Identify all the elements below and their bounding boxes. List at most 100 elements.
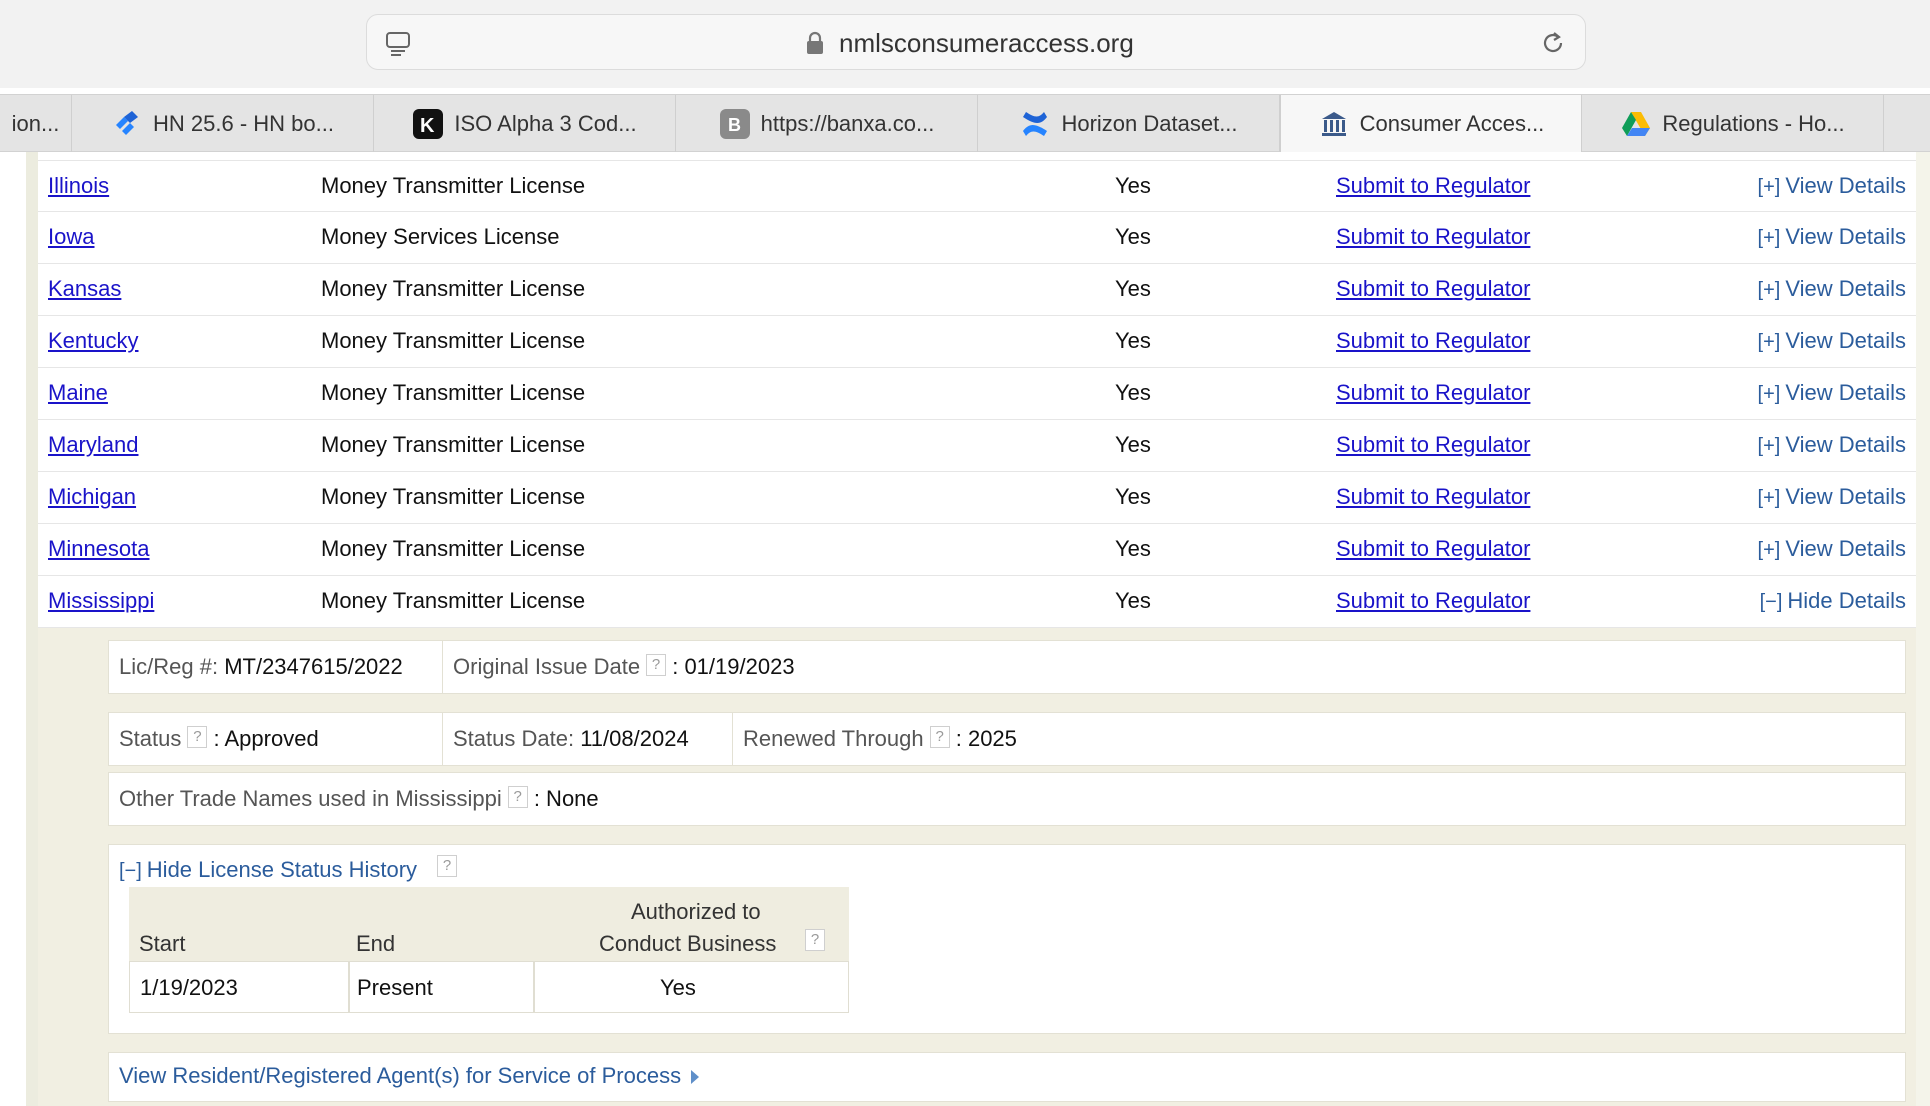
toggle-details-link[interactable]: [+] View Details: [1758, 276, 1906, 302]
submit-to-regulator-link[interactable]: Submit to Regulator: [1336, 173, 1530, 199]
tab-iso-alpha[interactable]: K ISO Alpha 3 Cod...: [374, 95, 676, 152]
confluence-icon: [1019, 108, 1051, 140]
state-link[interactable]: Kentucky: [48, 328, 139, 354]
toggle-icon: [+]: [1757, 331, 1781, 353]
history-table-row: 1/19/2023 Present Yes: [129, 961, 849, 1013]
history-start: 1/19/2023: [140, 975, 238, 1000]
submit-to-regulator-link[interactable]: Submit to Regulator: [1336, 276, 1530, 302]
toggle-details-label: View Details: [1785, 536, 1906, 561]
toggle-icon: [+]: [1757, 279, 1781, 301]
license-row: Mississippi Money Transmitter License Yes S…: [38, 576, 1916, 628]
address-bar[interactable]: nmlsconsumeraccess.org: [366, 14, 1586, 70]
tab-partial[interactable]: ion...: [0, 95, 72, 152]
license-row: Kentucky Money Transmitter License Yes Subm…: [38, 316, 1916, 368]
status-date-label: Status Date:: [453, 726, 575, 751]
original-issue-cell: Original Issue Date? : 01/19/2023: [442, 640, 1906, 694]
license-table: Illinois Money Transmitter License Yes Subm…: [38, 160, 1916, 628]
toggle-details-link[interactable]: [+] View Details: [1758, 484, 1906, 510]
license-type: Money Transmitter License: [321, 173, 586, 198]
status-cell: Status? : Approved: [108, 712, 444, 766]
svg-text:B: B: [728, 115, 741, 135]
toggle-details-label: Hide Details: [1787, 588, 1906, 613]
submit-to-regulator-link[interactable]: Submit to Regulator: [1336, 328, 1530, 354]
toggle-details-link[interactable]: [+] View Details: [1758, 173, 1906, 199]
bank-icon: [1318, 108, 1350, 140]
toggle-details-link[interactable]: [+] View Details: [1758, 224, 1906, 250]
state-link[interactable]: Iowa: [48, 224, 94, 250]
state-link[interactable]: Minnesota: [48, 536, 150, 562]
help-icon[interactable]: ?: [187, 726, 208, 748]
view-registered-agents-link[interactable]: View Resident/Registered Agent(s) for Se…: [119, 1063, 700, 1089]
google-drive-icon: [1620, 108, 1652, 140]
authorized-value: Yes: [1115, 536, 1151, 561]
submit-to-regulator-link[interactable]: Submit to Regulator: [1336, 588, 1530, 614]
license-row: Illinois Money Transmitter License Yes Subm…: [38, 160, 1916, 212]
k-logo-icon: K: [412, 108, 444, 140]
submit-to-regulator-link[interactable]: Submit to Regulator: [1336, 536, 1530, 562]
toggle-icon: [+]: [1757, 539, 1781, 561]
authorized-value: Yes: [1115, 588, 1151, 613]
tab-hn-board[interactable]: HN 25.6 - HN bo...: [72, 95, 374, 152]
submit-to-regulator-link[interactable]: Submit to Regulator: [1336, 484, 1530, 510]
help-icon[interactable]: ?: [507, 786, 528, 808]
hide-history-toggle[interactable]: [−] Hide License Status History: [119, 857, 417, 883]
state-link[interactable]: Maine: [48, 380, 108, 406]
state-link[interactable]: Kansas: [48, 276, 121, 302]
license-type: Money Services License: [321, 224, 560, 249]
authorized-value: Yes: [1115, 328, 1151, 353]
trade-names-cell: Other Trade Names used in Mississippi? :…: [108, 772, 1906, 826]
toggle-details-link[interactable]: [+] View Details: [1758, 380, 1906, 406]
help-icon[interactable]: ?: [646, 654, 667, 676]
history-authorized: Yes: [660, 975, 696, 1000]
renewed-through-label: Renewed Through: [743, 726, 924, 751]
authorized-value: Yes: [1115, 276, 1151, 301]
toggle-icon: [+]: [1757, 227, 1781, 249]
authorized-value: Yes: [1115, 380, 1151, 405]
help-icon[interactable]: ?: [437, 855, 457, 877]
license-type: Money Transmitter License: [321, 432, 586, 457]
tab-regulations[interactable]: Regulations - Ho...: [1582, 95, 1884, 152]
col-authorized-line2: Conduct Business: [599, 931, 777, 956]
submit-to-regulator-link[interactable]: Submit to Regulator: [1336, 380, 1530, 406]
state-link[interactable]: Michigan: [48, 484, 136, 510]
toggle-details-label: View Details: [1785, 380, 1906, 405]
state-link[interactable]: Illinois: [48, 173, 109, 199]
toggle-details-link[interactable]: [+] View Details: [1758, 432, 1906, 458]
tab-banxa[interactable]: B https://banxa.co...: [676, 95, 978, 152]
state-link[interactable]: Mississippi: [48, 588, 154, 614]
license-row: Michigan Money Transmitter License Yes Subm…: [38, 472, 1916, 524]
license-status-history: [−] Hide License Status History ? Start E…: [108, 844, 1906, 1034]
jira-icon: [111, 108, 143, 140]
authorized-value: Yes: [1115, 173, 1151, 198]
help-icon[interactable]: ?: [805, 929, 825, 951]
original-issue-value: : 01/19/2023: [672, 654, 795, 679]
reload-icon[interactable]: [1539, 29, 1567, 57]
tab-horizon-dataset[interactable]: Horizon Dataset...: [978, 95, 1280, 152]
arrow-right-icon: [691, 1070, 700, 1085]
submit-to-regulator-link[interactable]: Submit to Regulator: [1336, 432, 1530, 458]
col-start: Start: [139, 931, 186, 956]
authorized-value: Yes: [1115, 224, 1151, 249]
authorized-value: Yes: [1115, 432, 1151, 457]
state-link[interactable]: Maryland: [48, 432, 138, 458]
license-type: Money Transmitter License: [321, 380, 586, 405]
reader-mode-icon[interactable]: [385, 30, 411, 56]
right-rail: [1916, 152, 1930, 1106]
toggle-details-link[interactable]: [+] View Details: [1758, 328, 1906, 354]
toggle-details-link[interactable]: [−] Hide Details: [1760, 588, 1906, 614]
col-authorized-line1: Authorized to: [631, 899, 761, 924]
lock-icon: [807, 31, 823, 54]
tab-consumer-access[interactable]: Consumer Acces...: [1280, 95, 1582, 152]
url-text[interactable]: nmlsconsumeraccess.org: [839, 28, 1134, 59]
history-table-header: Start End Authorized to Conduct Business…: [129, 887, 849, 961]
status-date-value: 11/08/2024: [580, 726, 689, 751]
toggle-icon: [+]: [1757, 383, 1781, 405]
lic-reg-cell: Lic/Reg #: MT/2347615/2022: [108, 640, 444, 694]
license-type: Money Transmitter License: [321, 276, 586, 301]
renewed-through-cell: Renewed Through? : 2025: [732, 712, 1906, 766]
toggle-details-label: View Details: [1785, 224, 1906, 249]
help-icon[interactable]: ?: [929, 726, 950, 748]
submit-to-regulator-link[interactable]: Submit to Regulator: [1336, 224, 1530, 250]
license-type: Money Transmitter License: [321, 588, 586, 613]
toggle-details-link[interactable]: [+] View Details: [1758, 536, 1906, 562]
